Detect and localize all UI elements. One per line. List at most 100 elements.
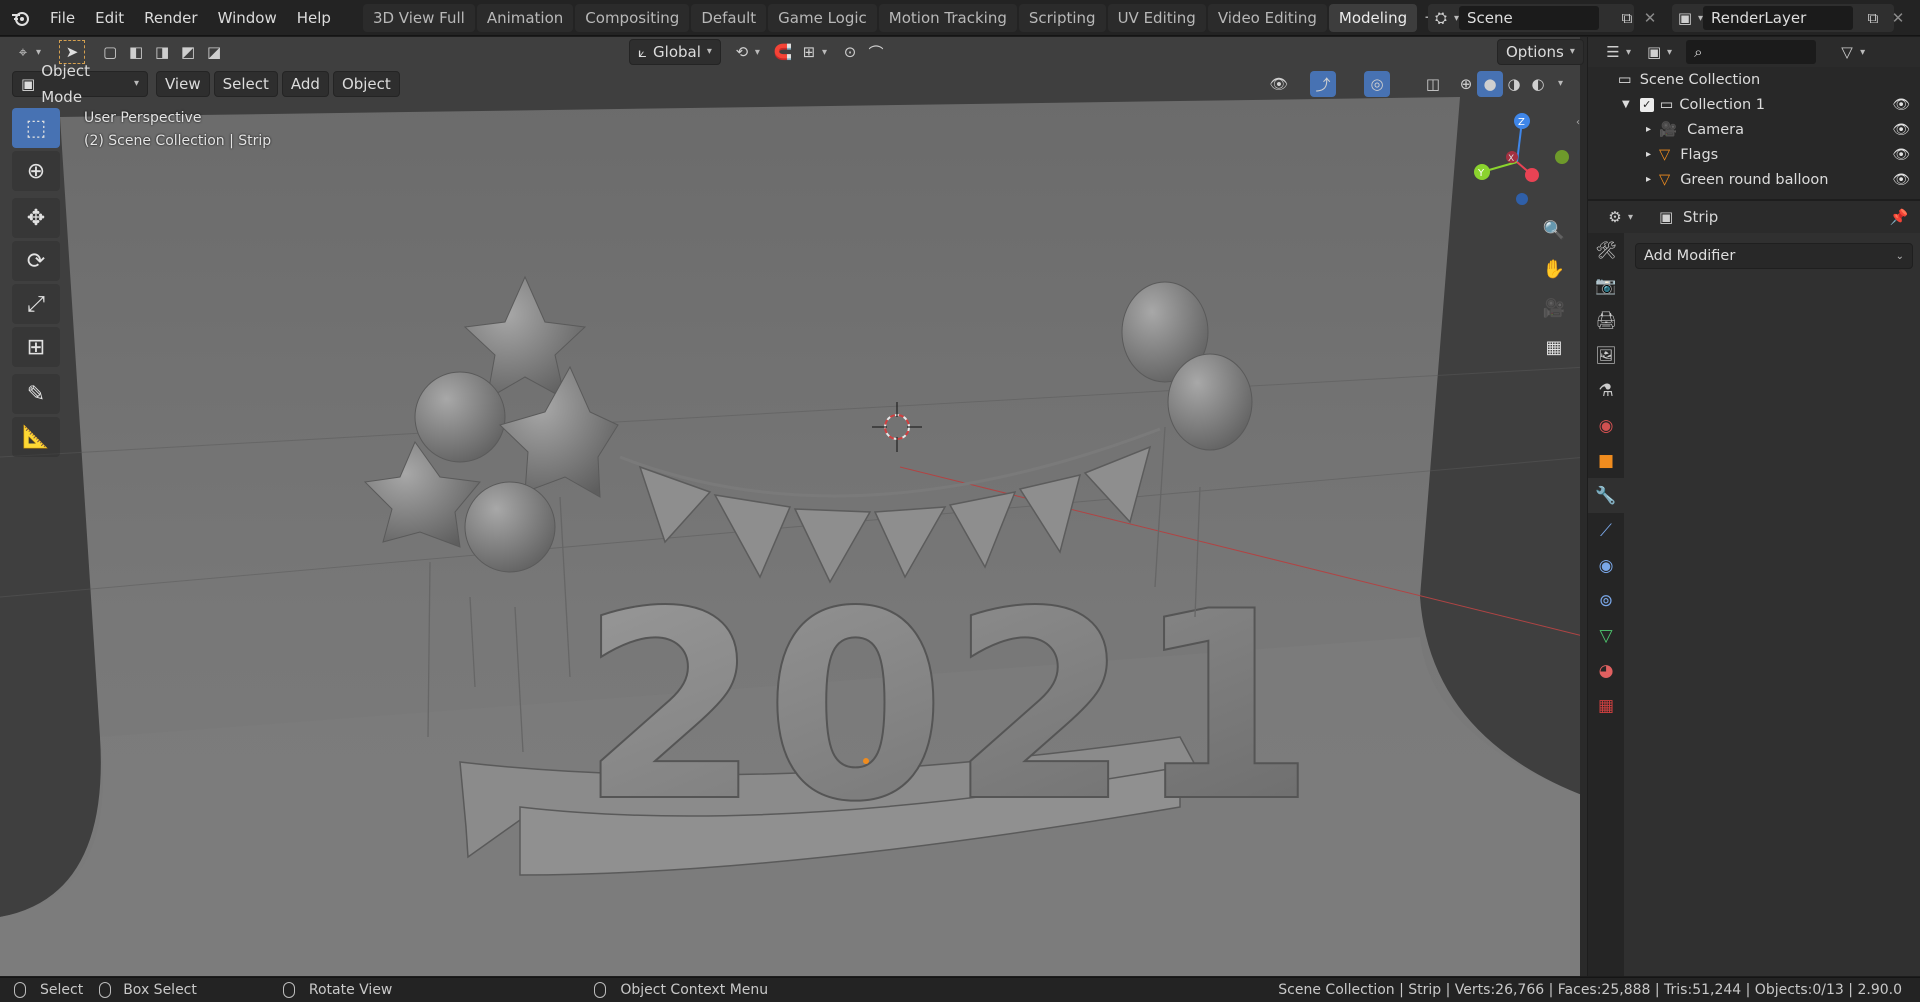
mode-dropdown[interactable]: ▣ Object Mode ▾	[12, 62, 148, 106]
physics-tab-icon[interactable]: ◉	[1588, 548, 1624, 583]
menu-view[interactable]: View	[156, 71, 210, 97]
transform-orientation-dropdown[interactable]: ⟀ Global ▾	[629, 39, 721, 65]
camera-view-icon[interactable]: 🎥	[1537, 291, 1571, 325]
render-tab-icon[interactable]: 📷	[1588, 268, 1624, 303]
scene-tab-icon[interactable]: ⚗	[1588, 373, 1624, 408]
xray-toggle-icon[interactable]: ◫	[1420, 71, 1446, 97]
annotate-tool-icon[interactable]: ✎	[12, 374, 60, 414]
data-tab-icon[interactable]: ▽	[1588, 618, 1624, 653]
transform-tool-icon[interactable]: ⊞	[12, 327, 60, 367]
filter-icon[interactable]: ▽	[1834, 39, 1860, 65]
add-modifier-dropdown[interactable]: Add Modifier ⌄	[1635, 243, 1913, 269]
outliner-search-input[interactable]: ⌕	[1686, 40, 1817, 64]
outliner-row-scene-collection[interactable]: ▭ Scene Collection	[1588, 67, 1920, 92]
visibility-eye-icon[interactable]: 👁	[1892, 172, 1910, 188]
select-mode-invert-icon[interactable]: ◩	[175, 39, 201, 65]
menu-help[interactable]: Help	[287, 0, 341, 36]
scene-name-field[interactable]: Scene	[1459, 6, 1600, 30]
tab-modeling[interactable]: Modeling	[1328, 3, 1418, 32]
cursor-tool-icon[interactable]: ⊕	[12, 151, 60, 191]
editor-type-icon[interactable]: ⌖	[10, 39, 36, 65]
visibility-icon[interactable]: 👁	[1266, 71, 1292, 97]
menu-render[interactable]: Render	[134, 0, 207, 36]
rendered-shading-icon[interactable]: ◐	[1525, 71, 1551, 97]
texture-tab-icon[interactable]: ▦	[1588, 688, 1624, 723]
tool-tab-icon[interactable]: 🛠	[1588, 233, 1624, 268]
material-shading-icon[interactable]: ◑	[1501, 71, 1527, 97]
tab-scripting[interactable]: Scripting	[1018, 3, 1106, 32]
gizmo-toggle-icon[interactable]: ⤴	[1310, 71, 1336, 97]
expand-arrow-icon[interactable]: ▸	[1646, 174, 1651, 185]
snap-icon[interactable]: 🧲	[770, 39, 796, 65]
tab-motion-tracking[interactable]: Motion Tracking	[878, 3, 1017, 32]
expand-arrow-icon[interactable]: ▼	[1622, 99, 1630, 110]
new-view-layer-icon[interactable]: ⧉	[1860, 5, 1886, 31]
tab-default[interactable]: Default	[691, 3, 767, 32]
rotate-tool-icon[interactable]: ⟳	[12, 241, 60, 281]
tab-game-logic[interactable]: Game Logic	[768, 3, 877, 32]
object-tab-icon[interactable]: ■	[1588, 443, 1624, 478]
scale-tool-icon[interactable]: ⤢	[12, 284, 60, 324]
zoom-icon[interactable]: 🔍	[1537, 213, 1571, 247]
tab-uv-editing[interactable]: UV Editing	[1107, 3, 1206, 32]
output-tab-icon[interactable]: 🖨	[1588, 303, 1624, 338]
menu-object[interactable]: Object	[332, 71, 400, 97]
outliner-row-collection[interactable]: ▼ ✓ ▭ Collection 1 👁	[1588, 92, 1920, 117]
visibility-eye-icon[interactable]: 👁	[1892, 122, 1910, 138]
display-mode-icon[interactable]: ☰	[1600, 39, 1626, 65]
pan-hand-icon[interactable]: ✋	[1537, 252, 1571, 286]
checkbox-icon[interactable]: ✓	[1639, 97, 1654, 112]
select-box-tool-icon[interactable]: ⬚	[12, 108, 60, 148]
properties-editor-icon[interactable]: ⚙	[1602, 204, 1628, 230]
blender-logo-icon[interactable]	[0, 0, 40, 36]
sidebar-toggle-icon[interactable]: ‹	[1576, 117, 1580, 128]
menu-window[interactable]: Window	[208, 0, 287, 36]
scene-icon[interactable]: ⛭	[1428, 5, 1454, 31]
tab-3d-view-full[interactable]: 3D View Full	[362, 3, 475, 32]
ortho-grid-icon[interactable]: ▦	[1537, 330, 1571, 364]
visibility-eye-icon[interactable]: 👁	[1892, 147, 1910, 163]
filter-view-icon[interactable]: ▣	[1641, 39, 1667, 65]
navigation-gizmo[interactable]: Z Y X	[1462, 107, 1572, 217]
tab-compositing[interactable]: Compositing	[575, 3, 690, 32]
expand-arrow-icon[interactable]: ▸	[1646, 149, 1651, 160]
modifier-tab-icon[interactable]: 🔧	[1588, 478, 1624, 513]
menu-add[interactable]: Add	[281, 71, 329, 97]
select-mode-subtract-icon[interactable]: ◨	[149, 39, 175, 65]
perspective-label: User Perspective	[84, 110, 202, 126]
visibility-eye-icon[interactable]: 👁	[1892, 97, 1910, 113]
3d-viewport[interactable]: 2021 ⌖ ▾ ➤ ▢ ◧ ◨ ◩ ◪ ⟀ Global ▾ ⟲ ▾ 🧲 ⊞ …	[0, 37, 1587, 976]
render-layer-icon[interactable]: ▣	[1672, 5, 1698, 31]
tab-animation[interactable]: Animation	[476, 3, 574, 32]
tab-video-editing[interactable]: Video Editing	[1207, 3, 1327, 32]
snap-target-icon[interactable]: ⊞	[796, 39, 822, 65]
particles-tab-icon[interactable]: ⟋	[1588, 513, 1624, 548]
options-dropdown[interactable]: Options ▾	[1497, 39, 1584, 65]
outliner-row-camera[interactable]: ▸ 🎥 Camera 👁	[1588, 117, 1920, 142]
view-layer-name-field[interactable]: RenderLayer	[1703, 6, 1854, 30]
menu-file[interactable]: File	[40, 0, 85, 36]
material-tab-icon[interactable]: ◕	[1588, 653, 1624, 688]
select-mode-intersect-icon[interactable]: ◪	[201, 39, 227, 65]
world-tab-icon[interactable]: ◉	[1588, 408, 1624, 443]
view-layer-tab-icon[interactable]: 🖼	[1588, 338, 1624, 373]
pivot-point-icon[interactable]: ⟲	[729, 39, 755, 65]
scene-selector[interactable]: ⛭ ▾ Scene	[1428, 4, 1634, 32]
delete-scene-icon[interactable]: ✕	[1637, 5, 1663, 31]
proportional-falloff-icon[interactable]: ⌒	[863, 39, 889, 65]
overlay-toggle-icon[interactable]: ◎	[1364, 71, 1390, 97]
expand-arrow-icon[interactable]: ▸	[1646, 124, 1651, 135]
solid-shading-icon[interactable]: ●	[1477, 71, 1503, 97]
move-tool-icon[interactable]: ✥	[12, 198, 60, 238]
chevron-down-icon[interactable]: ▾	[1558, 78, 1563, 89]
wireframe-shading-icon[interactable]: ⊕	[1453, 71, 1479, 97]
constraints-tab-icon[interactable]: ⊚	[1588, 583, 1624, 618]
delete-view-layer-icon[interactable]: ✕	[1885, 5, 1911, 31]
menu-select[interactable]: Select	[213, 71, 278, 97]
measure-tool-icon[interactable]: 📐	[12, 417, 60, 457]
outliner-row-flags[interactable]: ▸ ▽ Flags 👁	[1588, 142, 1920, 167]
menu-edit[interactable]: Edit	[85, 0, 134, 36]
proportional-edit-icon[interactable]: ⊙	[837, 39, 863, 65]
pin-icon[interactable]: 📌	[1886, 204, 1912, 230]
outliner-row-green-round-balloon[interactable]: ▸ ▽ Green round balloon 👁	[1588, 167, 1920, 192]
